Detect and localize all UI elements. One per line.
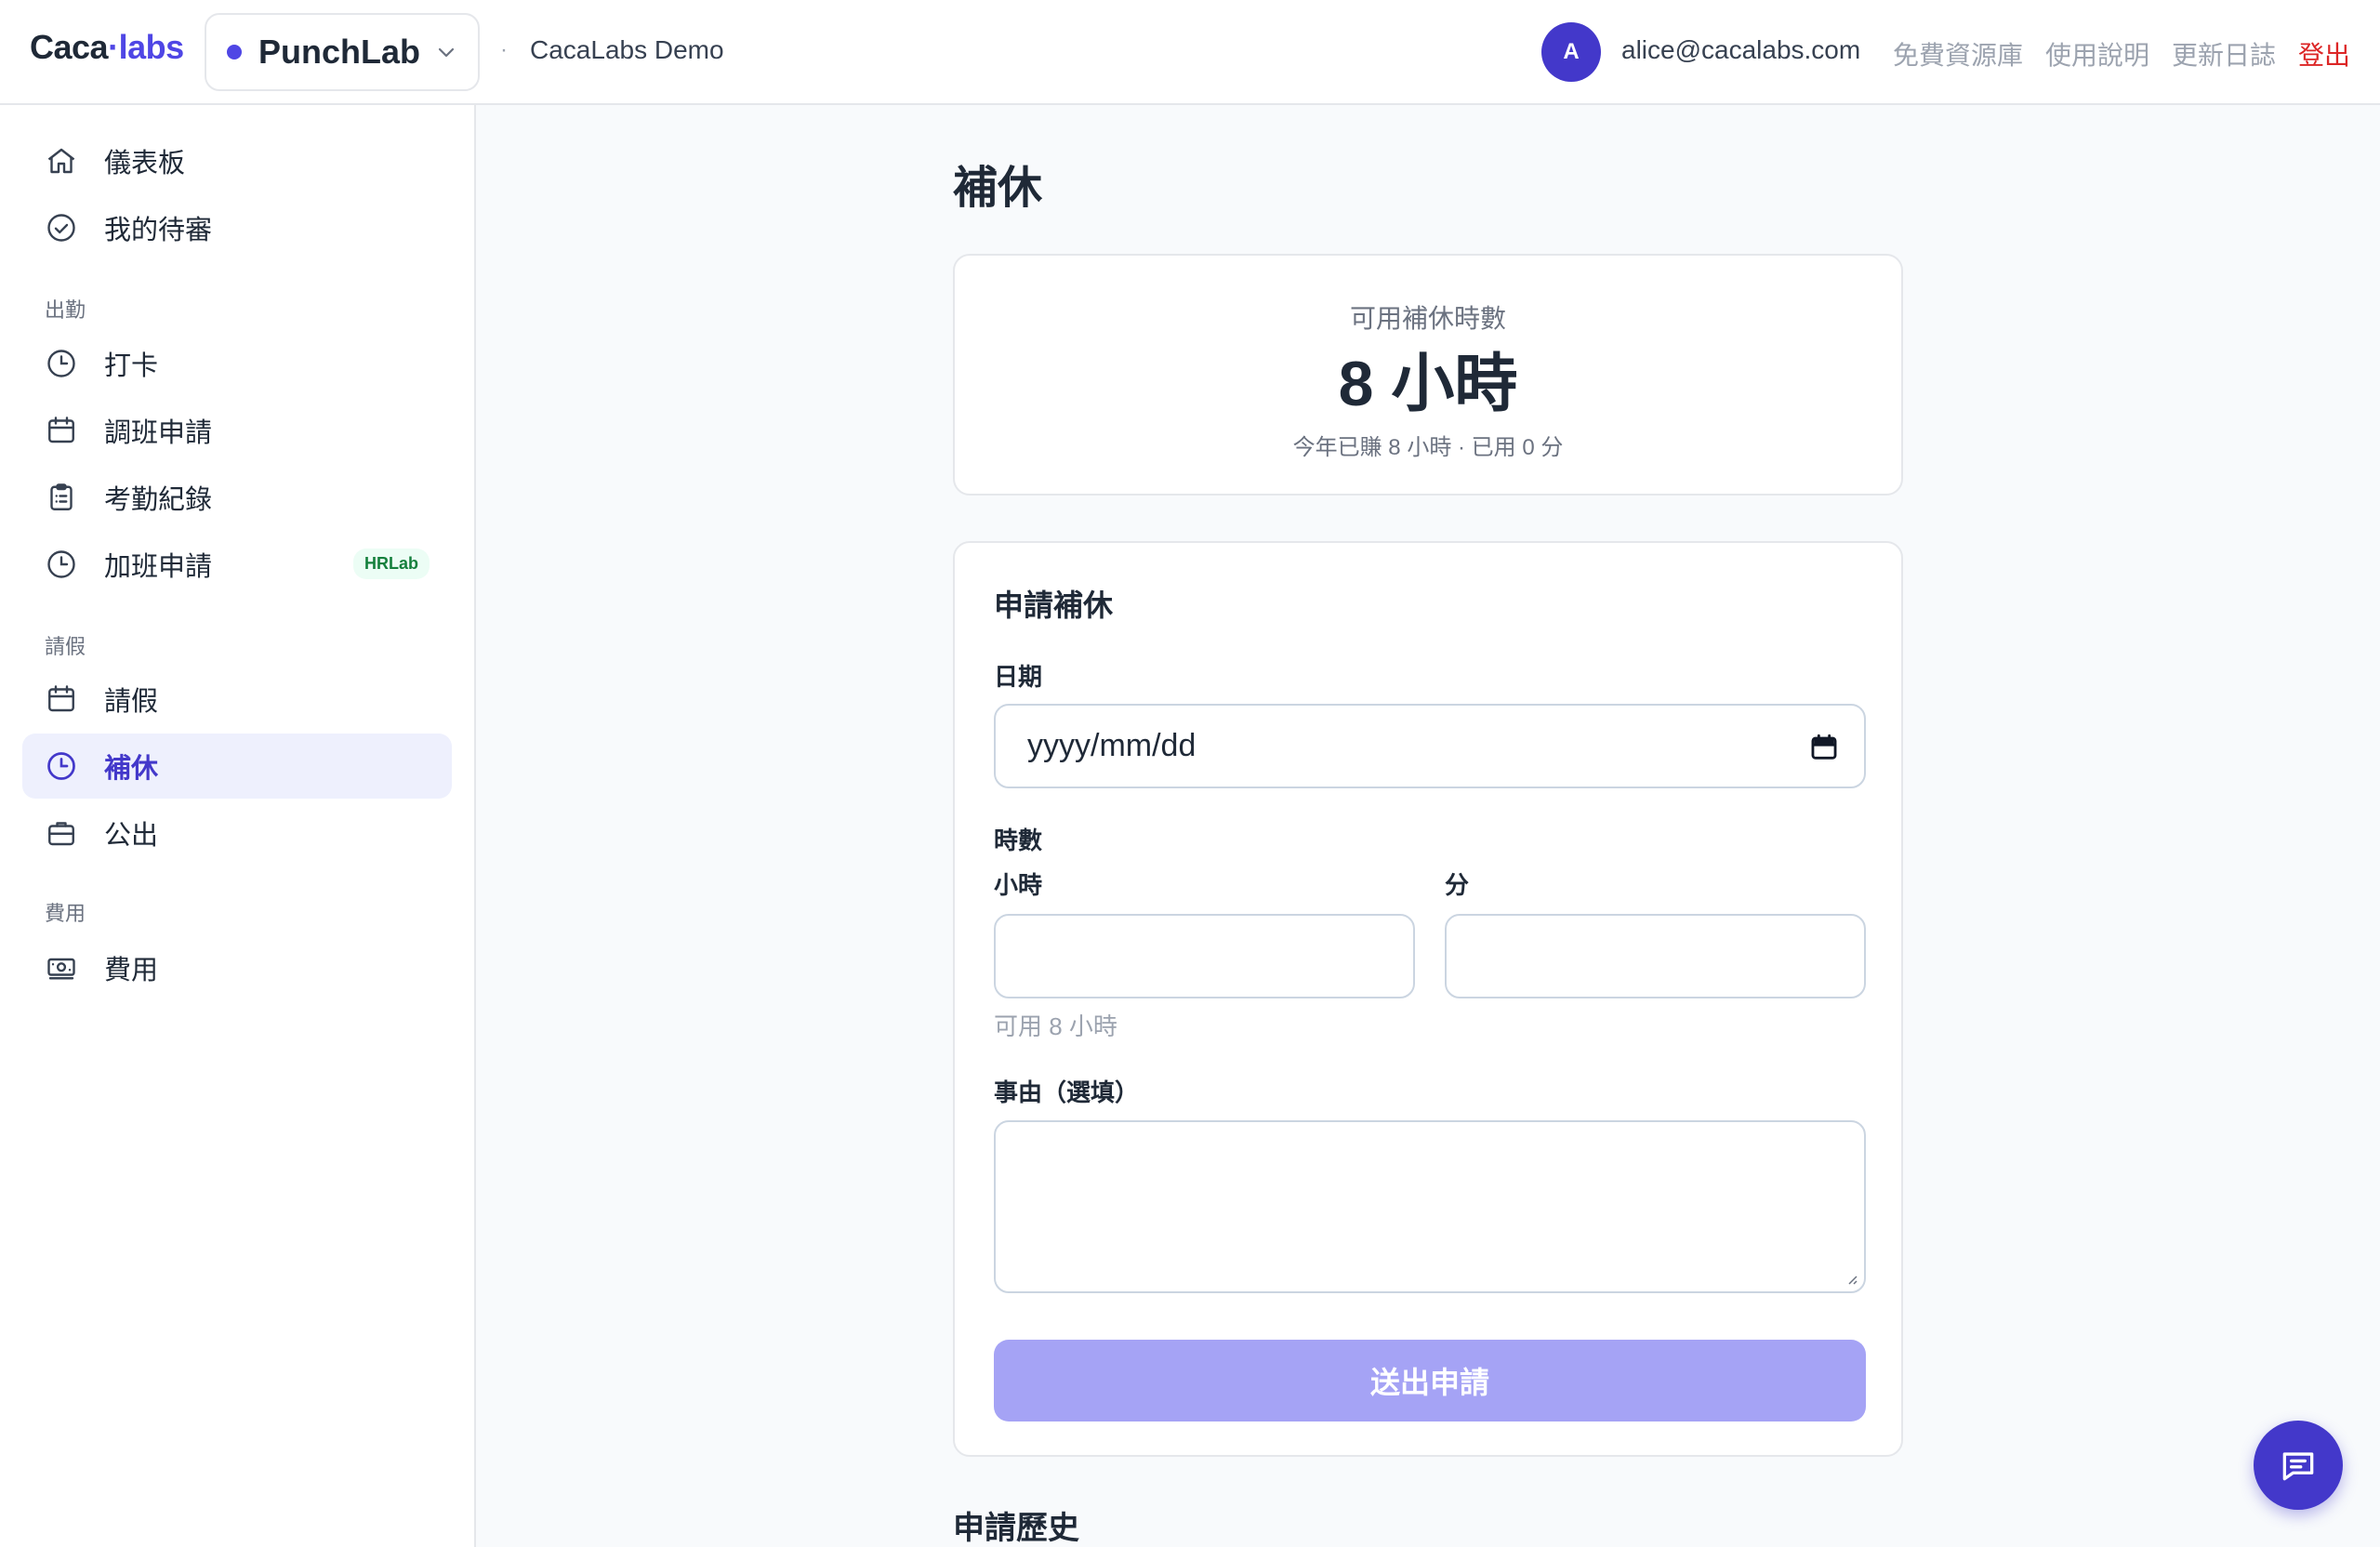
sidebar-item-shift-request[interactable]: 調班申請 xyxy=(22,398,452,463)
date-placeholder: yyyy/mm/dd xyxy=(1027,728,1197,763)
sidebar-item-label: 我的待審 xyxy=(104,216,213,245)
sidebar-item-expense[interactable]: 費用 xyxy=(22,935,452,1000)
reason-label: 事由（選填） xyxy=(994,1078,1140,1106)
sidebar-item-business-trip[interactable]: 公出 xyxy=(22,800,452,866)
sidebar-item-dashboard[interactable]: 儀表板 xyxy=(22,128,452,193)
chat-icon xyxy=(2282,1452,2314,1481)
hours-label: 小時 xyxy=(994,871,1043,899)
app-status-dot xyxy=(227,45,242,60)
sidebar-item-label: 加班申請 xyxy=(104,552,213,582)
logo-dot: · xyxy=(108,28,119,66)
sidebar-item-label: 補休 xyxy=(104,754,159,784)
sidebar-item-my-reviews[interactable]: 我的待審 xyxy=(22,195,452,260)
logout-link[interactable]: 登出 xyxy=(2298,35,2350,73)
sidebar-item-label: 請假 xyxy=(104,687,159,717)
calendar-icon xyxy=(45,682,78,716)
clipboard-list-icon xyxy=(45,481,78,514)
balance-value: 8 小時 xyxy=(1338,349,1518,419)
sidebar-item-punch[interactable]: 打卡 xyxy=(22,331,452,396)
sidebar-section-attendance: 出勤 xyxy=(45,298,86,322)
help-link[interactable]: 使用說明 xyxy=(2045,35,2149,73)
sidebar-section-expense: 費用 xyxy=(45,902,86,925)
sidebar-item-comp-leave[interactable]: 補休 xyxy=(22,734,452,799)
balance-label: 可用補休時數 xyxy=(1349,304,1506,333)
history-title: 申請歷史 xyxy=(953,1511,1079,1546)
logo-text-left: Caca xyxy=(30,28,109,66)
hrlab-badge: HRLab xyxy=(353,549,430,579)
home-icon xyxy=(45,144,78,178)
logo[interactable]: Caca·labs xyxy=(30,28,184,67)
comp-leave-form: 申請補休 日期 yyyy/mm/dd 時數 小時 分 可用 8 小時 事由（選填… xyxy=(953,541,1903,1457)
date-label: 日期 xyxy=(994,663,1043,691)
clock-icon xyxy=(45,548,78,581)
top-bar: Caca·labs PunchLab · CacaLabs Demo A ali… xyxy=(0,0,2380,105)
calendar-icon[interactable] xyxy=(1808,732,1840,763)
duration-label: 時數 xyxy=(994,826,1043,854)
submit-button[interactable]: 送出申請 xyxy=(994,1340,1866,1421)
hours-input[interactable] xyxy=(994,914,1415,998)
resize-handle-icon[interactable] xyxy=(1844,1271,1858,1286)
minutes-label: 分 xyxy=(1445,871,1470,899)
chevron-down-icon xyxy=(438,47,455,58)
sidebar-item-label: 調班申請 xyxy=(104,418,213,448)
available-hours-hint: 可用 8 小時 xyxy=(994,1012,1117,1040)
check-circle-icon xyxy=(45,211,78,245)
sidebar-item-attendance-records[interactable]: 考勤紀錄 xyxy=(22,465,452,530)
app-switcher[interactable]: PunchLab xyxy=(205,13,480,91)
date-input[interactable]: yyyy/mm/dd xyxy=(994,704,1866,788)
balance-note: 今年已賺 8 小時 · 已用 0 分 xyxy=(1292,435,1564,460)
sidebar-item-label: 考勤紀錄 xyxy=(104,485,213,515)
banknote-icon xyxy=(45,951,78,985)
app-name: PunchLab xyxy=(258,33,421,71)
sidebar-item-label: 打卡 xyxy=(104,351,159,381)
clock-icon xyxy=(45,347,78,380)
page-title: 補休 xyxy=(953,164,1043,213)
briefcase-icon xyxy=(45,816,78,850)
minutes-input[interactable] xyxy=(1445,914,1866,998)
sidebar-item-label: 公出 xyxy=(104,821,159,851)
sidebar: 儀表板 我的待審 出勤 打卡 調班申請 考勤紀錄 加班申請 HRLab 請假 請… xyxy=(0,105,476,1547)
sidebar-item-leave[interactable]: 請假 xyxy=(22,667,452,732)
sidebar-item-label: 費用 xyxy=(104,956,159,985)
clock-icon xyxy=(45,749,78,783)
organization-name: CacaLabs Demo xyxy=(530,35,724,64)
sidebar-item-overtime-request[interactable]: 加班申請 HRLab xyxy=(22,532,452,597)
logo-text-right: labs xyxy=(118,28,185,66)
form-title: 申請補休 xyxy=(994,588,1114,622)
calendar-icon xyxy=(45,414,78,447)
sidebar-item-label: 儀表板 xyxy=(104,149,186,178)
resources-link[interactable]: 免費資源庫 xyxy=(1893,35,2023,73)
balance-card: 可用補休時數 8 小時 今年已賺 8 小時 · 已用 0 分 xyxy=(953,254,1903,496)
top-links: 免費資源庫 使用說明 更新日誌 登出 xyxy=(1893,35,2350,73)
avatar[interactable]: A xyxy=(1541,22,1601,82)
reason-textarea[interactable] xyxy=(994,1120,1866,1293)
sidebar-section-leave: 請假 xyxy=(45,635,86,658)
breadcrumb-separator: · xyxy=(500,37,508,62)
changelog-link[interactable]: 更新日誌 xyxy=(2172,35,2276,73)
chat-button[interactable] xyxy=(2254,1421,2343,1510)
user-email: alice@cacalabs.com xyxy=(1621,35,1861,64)
